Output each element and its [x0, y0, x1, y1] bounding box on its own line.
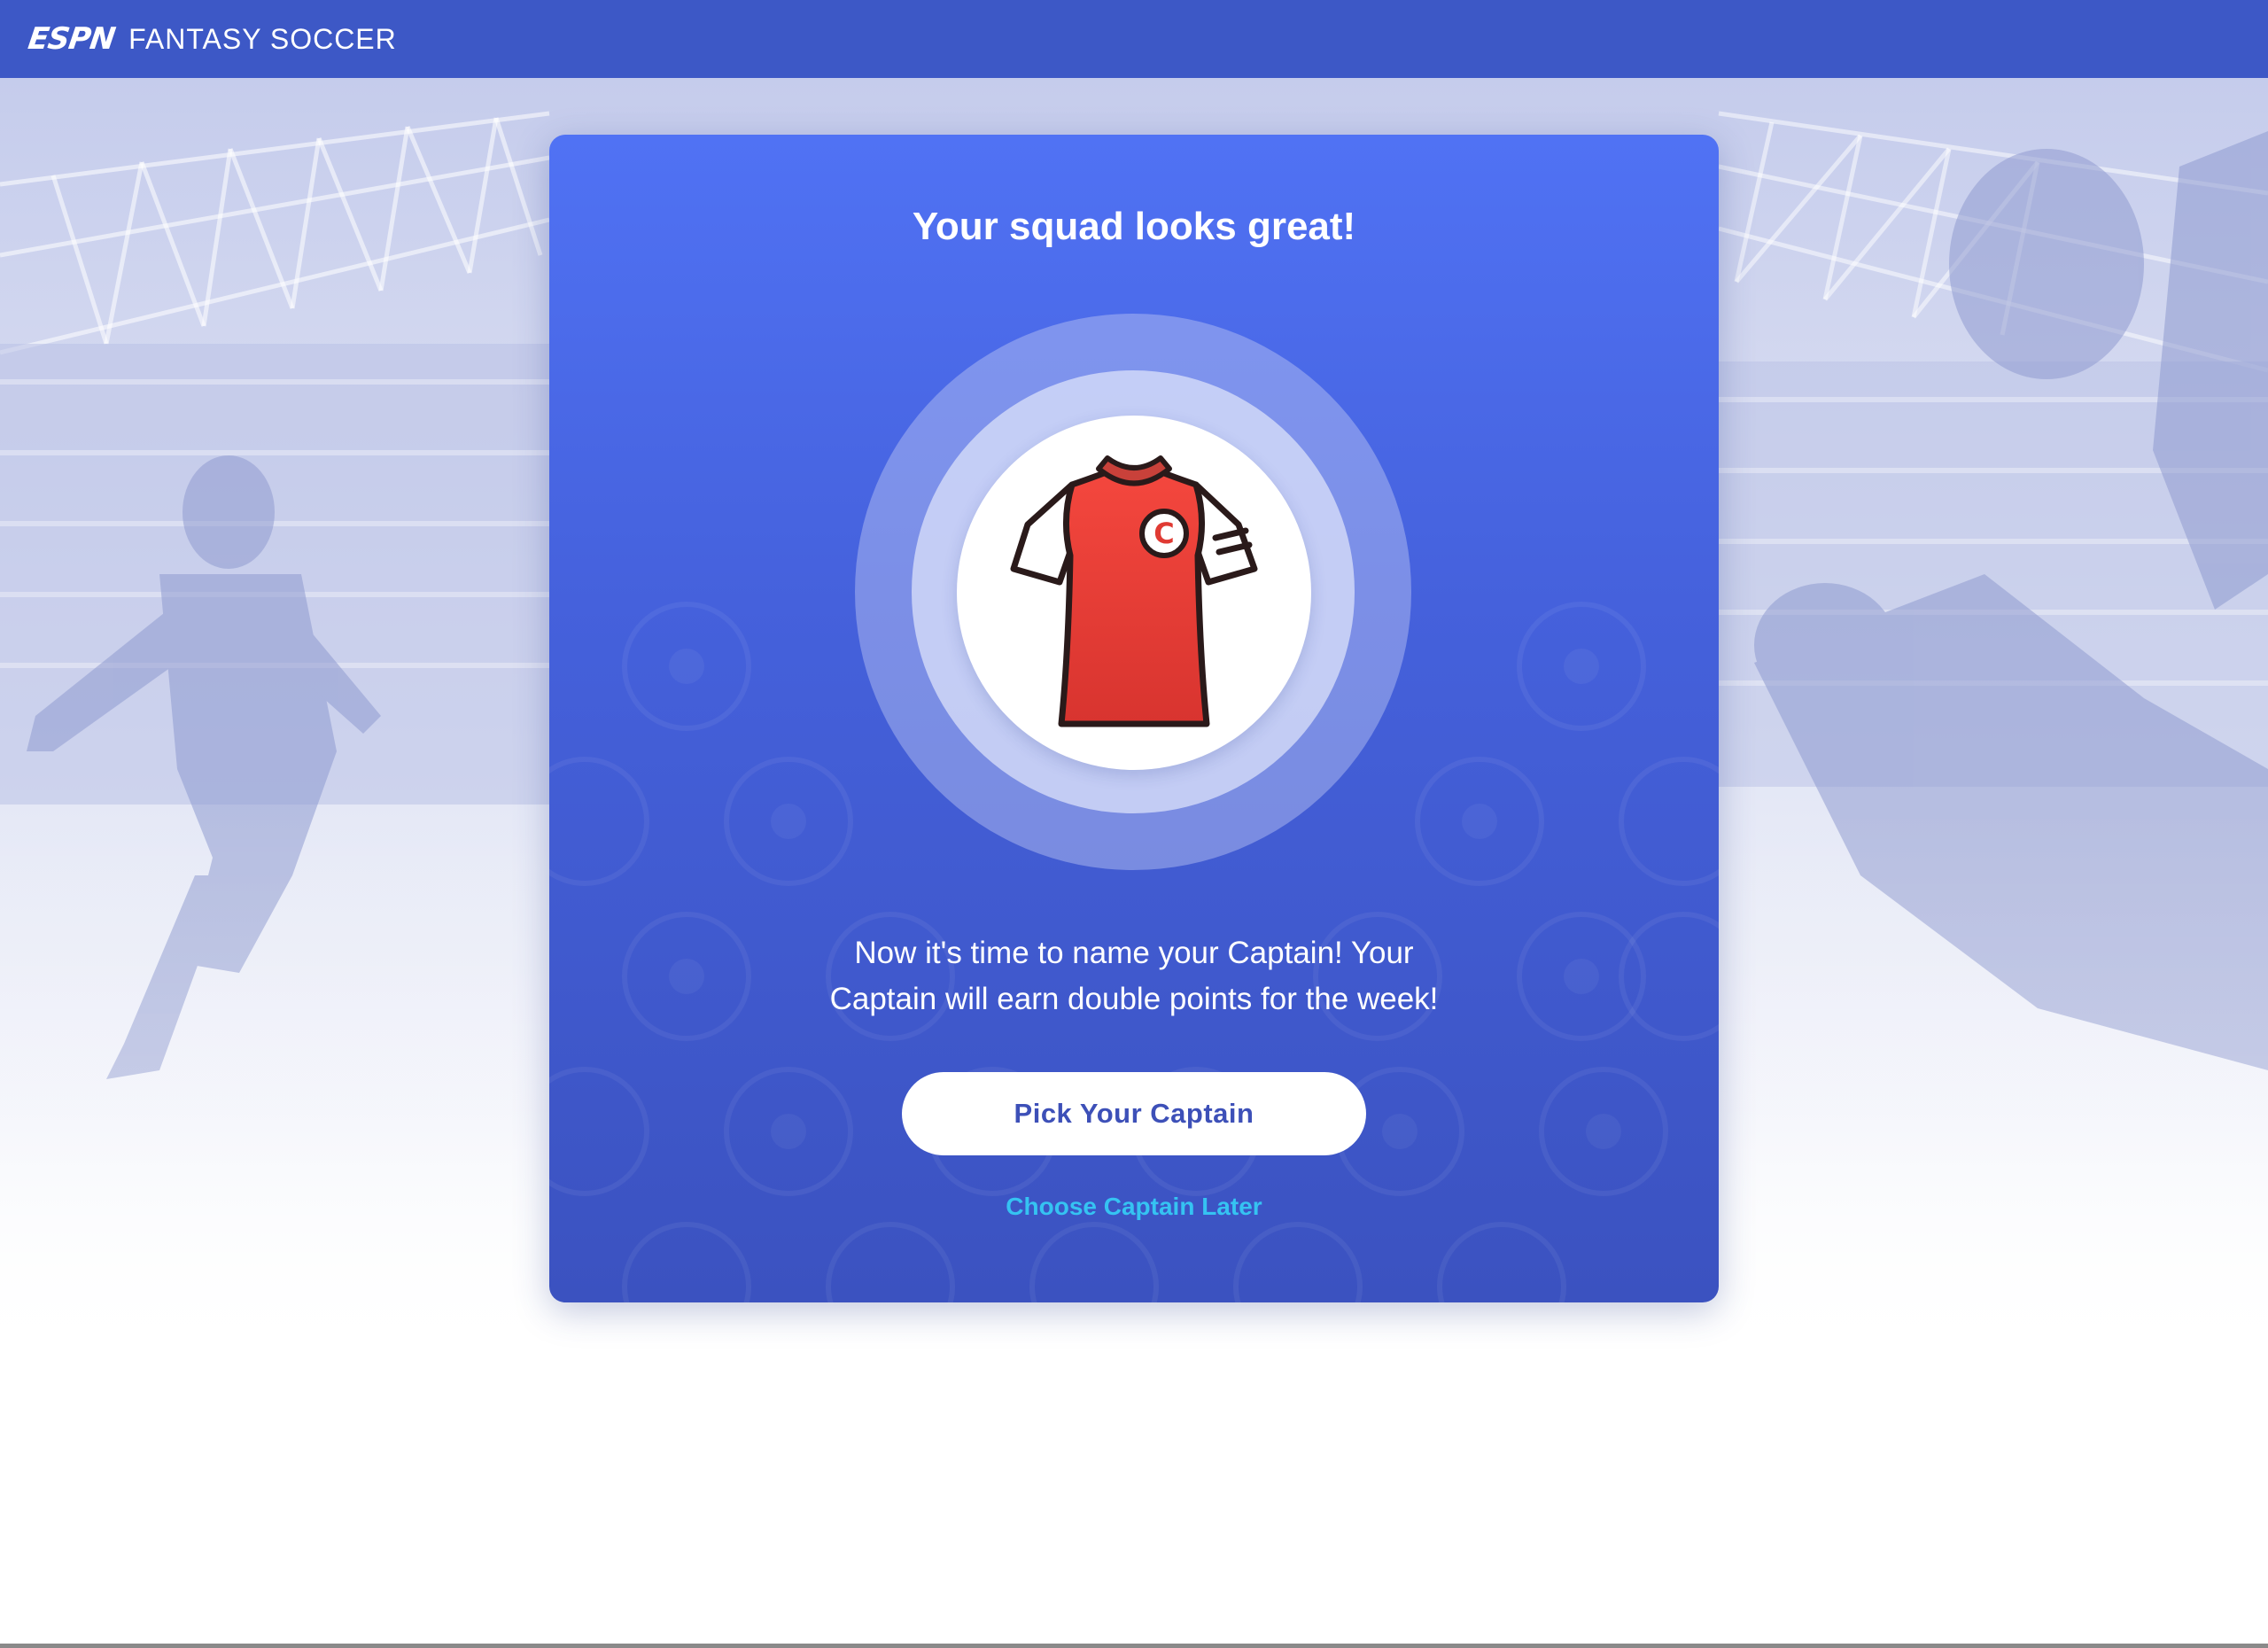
top-navigation-bar: ESPN FANTASY SOCCER	[0, 0, 2268, 78]
captain-instructions-line-1: Now it's time to name your Captain! Your	[854, 936, 1414, 970]
captain-instructions: Now it's time to name your Captain! Your…	[780, 930, 1488, 1022]
bottom-divider	[0, 1644, 2268, 1648]
pick-your-captain-button[interactable]: Pick Your Captain	[902, 1072, 1366, 1155]
captain-prompt-card: Your squad looks great! C Now it's time …	[549, 135, 1719, 1302]
card-title: Your squad looks great!	[912, 205, 1356, 248]
page: ESPN FANTASY SOCCER Your squad looks gre…	[0, 0, 2268, 1648]
choose-captain-later-link[interactable]: Choose Captain Later	[549, 1191, 1719, 1223]
app-title: FANTASY SOCCER	[128, 23, 397, 55]
captain-badge-letter: C	[1153, 517, 1174, 550]
captain-jersey-icon: C	[1010, 455, 1258, 727]
espn-logo: ESPN	[26, 21, 117, 57]
captain-instructions-line-2: Captain will earn double points for the …	[829, 982, 1439, 1016]
espn-fantasy-soccer-logo[interactable]: ESPN FANTASY SOCCER	[26, 21, 397, 57]
